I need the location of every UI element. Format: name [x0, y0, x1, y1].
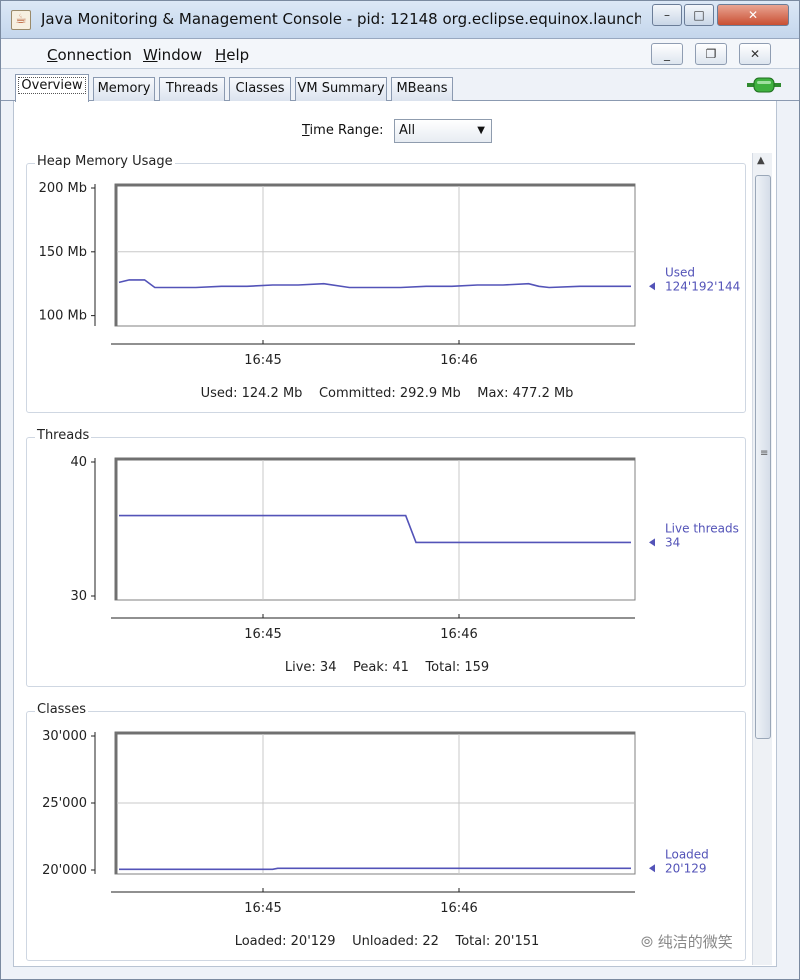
y-tick-label: 25'000 [42, 796, 87, 811]
menu-bar: Connection Window Help _ ❐ ✕ [1, 39, 799, 69]
plot-frame [114, 183, 636, 327]
minimize-button[interactable]: – [652, 4, 682, 26]
threads-chart: 40 30 16:45 16:46 Live threads34 [70, 455, 739, 642]
series-value-label: 34 [665, 535, 680, 549]
x-tick-label: 16:45 [244, 353, 281, 368]
threads-summary: Live: 34 Peak: 41 Total: 159 [284, 660, 490, 675]
classes-summary: Loaded: 20'129 Unloaded: 22 Total: 20'15… [234, 934, 540, 949]
x-tick-label: 16:45 [244, 627, 281, 642]
y-tick-label: 30 [70, 589, 87, 604]
close-button[interactable]: ✕ [717, 4, 789, 26]
connection-status-icon [747, 77, 781, 93]
vertical-scrollbar[interactable]: ▲ ≡ [752, 153, 772, 965]
heap-memory-summary: Used: 124.2 Mb Committed: 292.9 Mb Max: … [200, 386, 574, 401]
series-value-label: 20'129 [665, 861, 706, 875]
grip-icon: ≡ [760, 448, 769, 459]
x-tick-label: 16:46 [440, 353, 477, 368]
series-name-label: Live threads [665, 521, 739, 535]
java-app-icon: ☕ [11, 10, 31, 30]
y-tick-label: 150 Mb [39, 245, 87, 260]
internal-restore-button[interactable]: ❐ [695, 43, 727, 65]
classes-panel: Classes 30'000 25'000 20'000 16:45 16:46 Load… [26, 702, 746, 961]
tab-overview[interactable]: Overview [15, 74, 89, 102]
app-window: ☕ Java Monitoring & Management Console -… [0, 0, 800, 980]
tab-strip: Overview Memory Threads Classes VM Summa… [1, 69, 799, 102]
overview-content: Time Range: All ▼ Heap Memory Usage 200 … [13, 101, 777, 967]
menu-connection[interactable]: Connection [47, 46, 132, 64]
internal-minimize-button[interactable]: _ [651, 43, 683, 65]
internal-close-button[interactable]: ✕ [739, 43, 771, 65]
value-marker-icon [649, 538, 655, 547]
value-marker-icon [649, 282, 655, 291]
heap-memory-chart: 200 Mb 150 Mb 100 Mb 16:45 16:46 Used124'192'… [39, 181, 741, 368]
title-bar[interactable]: ☕ Java Monitoring & Management Console -… [1, 1, 799, 39]
tab-classes[interactable]: Classes [229, 77, 291, 101]
tab-threads[interactable]: Threads [159, 77, 225, 101]
y-tick-label: 40 [70, 455, 87, 470]
tab-mbeans[interactable]: MBeans [391, 77, 453, 101]
plot-frame [114, 457, 636, 601]
scroll-up-arrow-icon[interactable]: ▲ [757, 155, 765, 166]
x-tick-label: 16:46 [440, 901, 477, 916]
y-tick-label: 20'000 [42, 863, 87, 878]
time-range-select[interactable]: All ▼ [394, 119, 492, 143]
value-marker-icon [649, 864, 655, 873]
series-value-label: 124'192'144 [665, 279, 740, 293]
threads-panel: Threads 40 30 16:45 16:46 Live threads 34 Liv… [26, 428, 746, 687]
menu-help[interactable]: Help [215, 46, 249, 64]
tab-memory[interactable]: Memory [93, 77, 155, 101]
maximize-button[interactable]: □ [684, 4, 714, 26]
x-tick-label: 16:45 [244, 901, 281, 916]
menu-window[interactable]: Window [143, 46, 202, 64]
watermark: ⦾ 纯洁的微笑 [641, 933, 733, 951]
classes-chart: 30'000 25'000 20'000 16:45 16:46 Loaded20'129 [42, 729, 709, 916]
x-tick-label: 16:46 [440, 627, 477, 642]
time-range-label: Time Range: [302, 123, 384, 138]
scroll-thumb[interactable]: ≡ [755, 175, 771, 739]
dropdown-arrow-icon: ▼ [477, 125, 485, 136]
y-tick-label: 100 Mb [39, 309, 87, 324]
y-tick-label: 200 Mb [39, 181, 87, 196]
y-tick-label: 30'000 [42, 729, 87, 744]
series-name-label: Used [665, 265, 695, 279]
tab-vm-summary[interactable]: VM Summary [295, 77, 387, 101]
window-title: Java Monitoring & Management Console - p… [41, 10, 641, 28]
series-name-label: Loaded [665, 847, 709, 861]
heap-memory-panel: Heap Memory Usage 200 Mb 150 Mb 100 Mb 16:4… [26, 154, 746, 413]
